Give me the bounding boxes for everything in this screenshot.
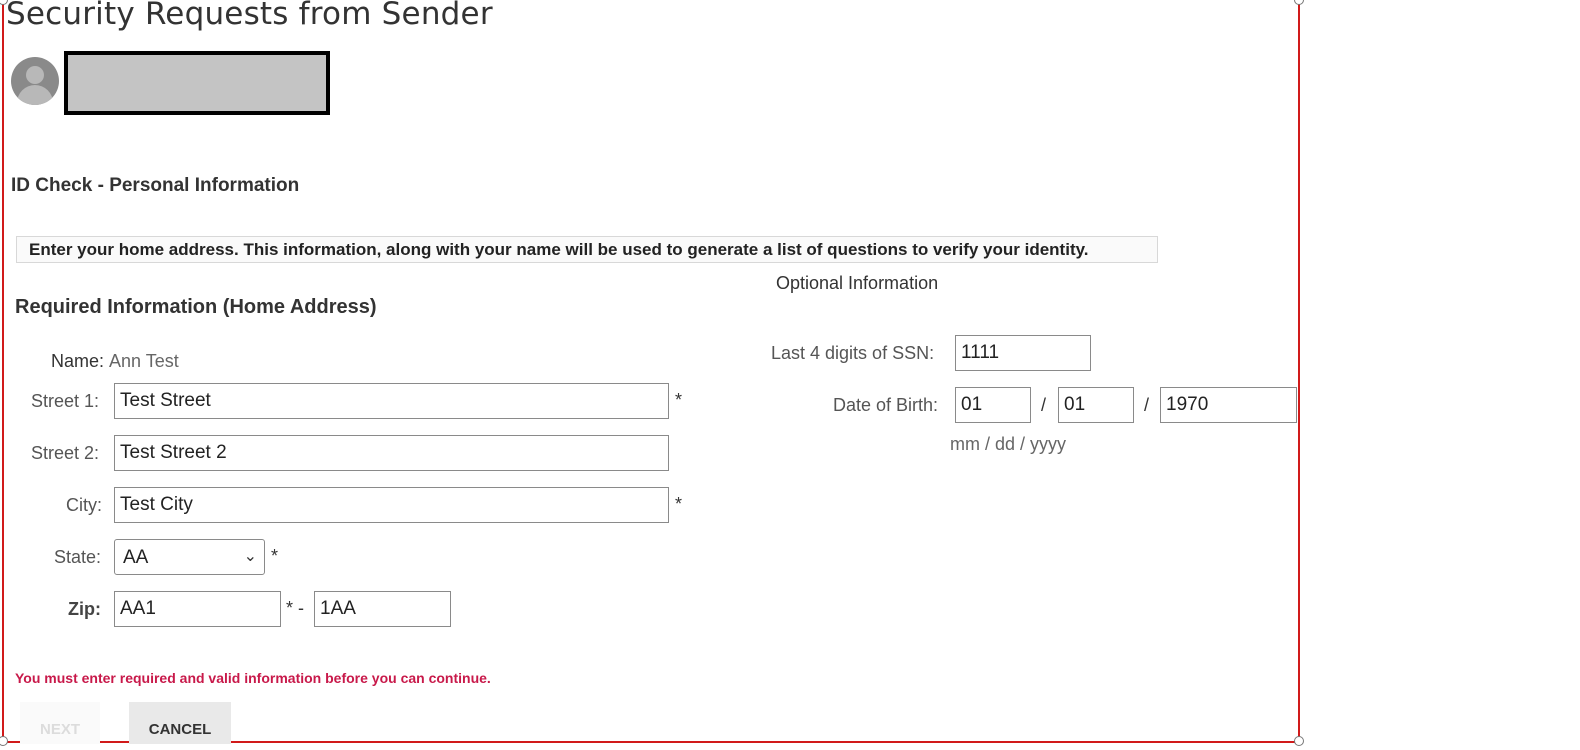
zip-extension-input[interactable]: [314, 591, 451, 627]
resize-handle-bottom-right[interactable]: [1294, 736, 1304, 746]
street1-label: Street 1:: [31, 391, 100, 411]
validation-error-message: You must enter required and valid inform…: [15, 670, 491, 686]
city-label: City:: [66, 495, 102, 515]
user-avatar-icon: [11, 57, 59, 105]
state-label: State:: [54, 547, 102, 567]
dob-separator: /: [1041, 395, 1047, 415]
dob-format-hint: mm / dd / yyyy: [950, 434, 1067, 454]
resize-handle-bottom-left[interactable]: [0, 736, 8, 746]
name-label: Name:: [51, 351, 105, 371]
dob-label: Date of Birth:: [833, 395, 939, 415]
state-select[interactable]: AA ⌄: [114, 539, 265, 575]
dob-separator: /: [1144, 395, 1150, 415]
required-marker: *: [675, 390, 683, 410]
sender-name-redacted: [64, 51, 330, 115]
state-selected-value: AA: [123, 547, 149, 568]
required-info-title: Required Information (Home Address): [15, 296, 377, 318]
zip-separator: * -: [286, 598, 304, 618]
required-marker: *: [675, 494, 683, 514]
chevron-down-icon: ⌄: [243, 548, 257, 565]
dob-year-input[interactable]: [1160, 387, 1297, 423]
section-title: ID Check - Personal Information: [11, 175, 300, 196]
ssn-input[interactable]: [955, 335, 1091, 371]
zip-input[interactable]: [114, 591, 281, 627]
cancel-button[interactable]: CANCEL: [129, 702, 231, 744]
dob-month-input[interactable]: [955, 387, 1031, 423]
page-title: Security Requests from Sender: [6, 0, 493, 32]
zip-label: Zip:: [68, 599, 101, 619]
street2-input[interactable]: [114, 435, 669, 471]
ssn-label: Last 4 digits of SSN:: [771, 343, 935, 363]
resize-handle-top-right[interactable]: [1294, 0, 1304, 5]
next-button[interactable]: NEXT: [20, 702, 100, 744]
dob-day-input[interactable]: [1058, 387, 1134, 423]
street1-input[interactable]: [114, 383, 669, 419]
instruction-text: Enter your home address. This informatio…: [16, 236, 1158, 263]
avatar-head: [26, 66, 44, 84]
street2-label: Street 2:: [31, 443, 100, 463]
city-input[interactable]: [114, 487, 669, 523]
avatar-body: [17, 85, 53, 105]
required-marker: *: [271, 546, 279, 566]
name-value: Ann Test: [109, 351, 179, 371]
optional-info-title: Optional Information: [776, 273, 939, 293]
